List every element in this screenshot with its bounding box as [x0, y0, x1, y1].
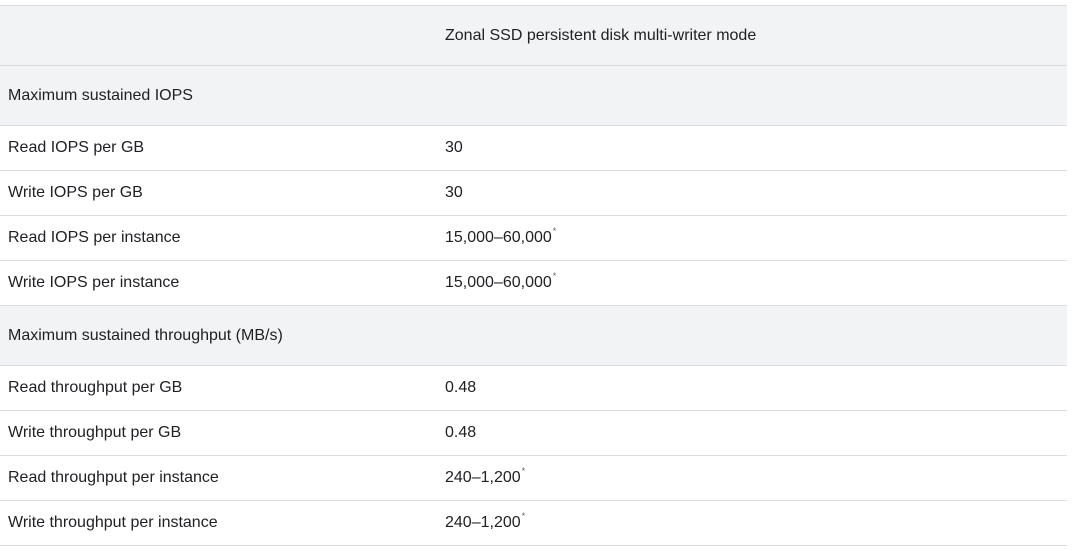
footnote-marker: *: [521, 511, 526, 521]
table-row: Read throughput per instance 240–1,200*: [0, 455, 1067, 501]
table-body: Maximum sustained IOPS Read IOPS per GB …: [0, 65, 1067, 546]
row-value: 15,000–60,000: [445, 274, 552, 291]
row-value: 30: [445, 184, 463, 201]
footnote-marker: *: [552, 271, 557, 281]
row-value: 240–1,200: [445, 469, 521, 486]
section-title: Maximum sustained throughput (MB/s): [0, 305, 1067, 366]
row-value-cell: 240–1,200*: [437, 500, 1067, 546]
header-corner-cell: [0, 5, 437, 66]
row-value-cell: 15,000–60,000*: [437, 215, 1067, 261]
row-label: Read IOPS per GB: [0, 125, 437, 171]
row-value-cell: 30: [437, 170, 1067, 216]
section-row-iops: Maximum sustained IOPS: [0, 65, 1067, 126]
row-value-cell: 0.48: [437, 365, 1067, 411]
row-value-cell: 15,000–60,000*: [437, 260, 1067, 306]
table-row: Write throughput per GB 0.48: [0, 410, 1067, 456]
row-value-cell: 240–1,200*: [437, 455, 1067, 501]
table-row: Read IOPS per instance 15,000–60,000*: [0, 215, 1067, 261]
header-row: Zonal SSD persistent disk multi-writer m…: [0, 5, 1067, 66]
row-label: Write throughput per instance: [0, 500, 437, 546]
row-label: Write IOPS per instance: [0, 260, 437, 306]
table-header: Zonal SSD persistent disk multi-writer m…: [0, 5, 1067, 66]
row-label: Write IOPS per GB: [0, 170, 437, 216]
footnote-marker: *: [552, 226, 557, 236]
row-value: 0.48: [445, 379, 477, 396]
row-value-cell: 30: [437, 125, 1067, 171]
column-header-multi-writer: Zonal SSD persistent disk multi-writer m…: [437, 5, 1067, 66]
row-label: Read throughput per GB: [0, 365, 437, 411]
row-value: 30: [445, 139, 463, 156]
row-label: Write throughput per GB: [0, 410, 437, 456]
table-row: Read IOPS per GB 30: [0, 125, 1067, 171]
row-value: 15,000–60,000: [445, 229, 552, 246]
section-row-throughput: Maximum sustained throughput (MB/s): [0, 305, 1067, 366]
performance-table-container: Zonal SSD persistent disk multi-writer m…: [0, 0, 1072, 551]
row-value: 0.48: [445, 424, 477, 441]
row-label: Read throughput per instance: [0, 455, 437, 501]
table-row: Write throughput per instance 240–1,200*: [0, 500, 1067, 546]
footnote-marker: *: [521, 466, 526, 476]
table-row: Write IOPS per instance 15,000–60,000*: [0, 260, 1067, 306]
row-value-cell: 0.48: [437, 410, 1067, 456]
row-value: 240–1,200: [445, 514, 521, 531]
section-title: Maximum sustained IOPS: [0, 65, 1067, 126]
table-row: Read throughput per GB 0.48: [0, 365, 1067, 411]
table-row: Write IOPS per GB 30: [0, 170, 1067, 216]
performance-limits-table: Zonal SSD persistent disk multi-writer m…: [0, 5, 1067, 546]
row-label: Read IOPS per instance: [0, 215, 437, 261]
